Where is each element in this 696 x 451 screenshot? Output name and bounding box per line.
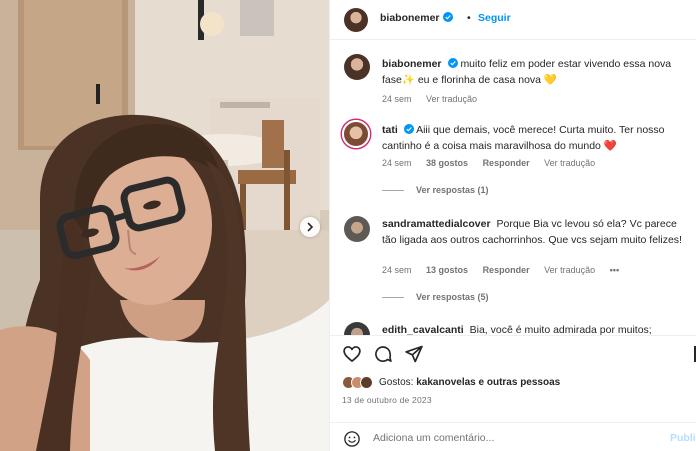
- add-comment-bar: Adiciona um comentário... Publicar: [330, 422, 696, 451]
- author-avatar[interactable]: [344, 8, 368, 32]
- publish-button[interactable]: Publicar: [670, 432, 696, 444]
- comment-avatar[interactable]: [342, 120, 370, 148]
- comment-text: Bia, você é muito admirada por muitos;: [469, 324, 652, 335]
- comment-bubble-icon[interactable]: [373, 344, 393, 364]
- post-photo: [0, 0, 329, 451]
- comment-avatar[interactable]: [344, 322, 370, 335]
- post-actions: Gostos: kakanovelas e outras pessoas 13 …: [330, 335, 696, 451]
- view-replies-label: Ver respostas (5): [416, 292, 489, 302]
- post-details-panel: biabonemer • Seguir biabonemer muito fel…: [329, 0, 696, 451]
- caption-time: 24 sem: [382, 94, 412, 104]
- comment-likes[interactable]: 13 gostos: [426, 265, 468, 275]
- comment-input[interactable]: Adiciona um comentário...: [373, 432, 494, 444]
- post-date: 13 de outubro de 2023: [342, 395, 432, 405]
- comment-translate-link[interactable]: Ver tradução: [544, 158, 595, 168]
- view-replies-label: Ver respostas (1): [416, 185, 489, 195]
- comment-avatar[interactable]: [344, 216, 370, 242]
- comment-username[interactable]: edith_cavalcanti: [382, 324, 464, 335]
- replies-line: [382, 297, 404, 299]
- more-options-icon[interactable]: •••: [610, 265, 619, 275]
- caption-translate-link[interactable]: Ver tradução: [426, 94, 477, 104]
- view-replies-button[interactable]: Ver respostas (5): [382, 292, 489, 302]
- liker-avatar: [360, 376, 373, 389]
- share-send-icon[interactable]: [404, 344, 424, 364]
- reply-button[interactable]: Responder: [483, 158, 530, 168]
- reply-button[interactable]: Responder: [483, 265, 530, 275]
- likes-text[interactable]: kakanovelas e outras pessoas: [416, 377, 560, 388]
- post-header: biabonemer • Seguir: [330, 0, 696, 40]
- selfie-image: [0, 0, 329, 451]
- header-separator: •: [467, 12, 471, 24]
- likes-prefix: Gostos:: [379, 377, 417, 388]
- chevron-right-icon: [307, 222, 314, 232]
- replies-line: [382, 190, 404, 192]
- next-image-button[interactable]: [300, 217, 320, 237]
- like-heart-icon[interactable]: [342, 344, 362, 364]
- comment-username[interactable]: tati: [382, 124, 398, 136]
- comment-item: edith_cavalcanti Bia, você é muito admir…: [330, 320, 696, 335]
- likes-summary[interactable]: Gostos: kakanovelas e outras pessoas: [342, 376, 560, 389]
- view-replies-button[interactable]: Ver respostas (1): [382, 185, 489, 195]
- comment-time: 24 sem: [382, 158, 412, 168]
- follow-button[interactable]: Seguir: [478, 12, 511, 24]
- verified-badge-icon: [447, 58, 458, 68]
- emoji-smiley-icon[interactable]: [343, 430, 361, 448]
- caption-username[interactable]: biabonemer: [382, 58, 442, 70]
- author-username[interactable]: biabonemer: [380, 12, 440, 24]
- verified-badge-icon: [403, 124, 414, 134]
- comment-time: 24 sem: [382, 265, 412, 275]
- comment-likes[interactable]: 38 gostos: [426, 158, 468, 168]
- comment-username[interactable]: sandramattedialcover: [382, 218, 491, 230]
- comment-translate-link[interactable]: Ver tradução: [544, 265, 595, 275]
- caption-author-avatar[interactable]: [344, 54, 370, 80]
- comment-text: Aiii que demais, você merece! Curta muit…: [382, 124, 665, 152]
- verified-badge-icon: [442, 12, 453, 22]
